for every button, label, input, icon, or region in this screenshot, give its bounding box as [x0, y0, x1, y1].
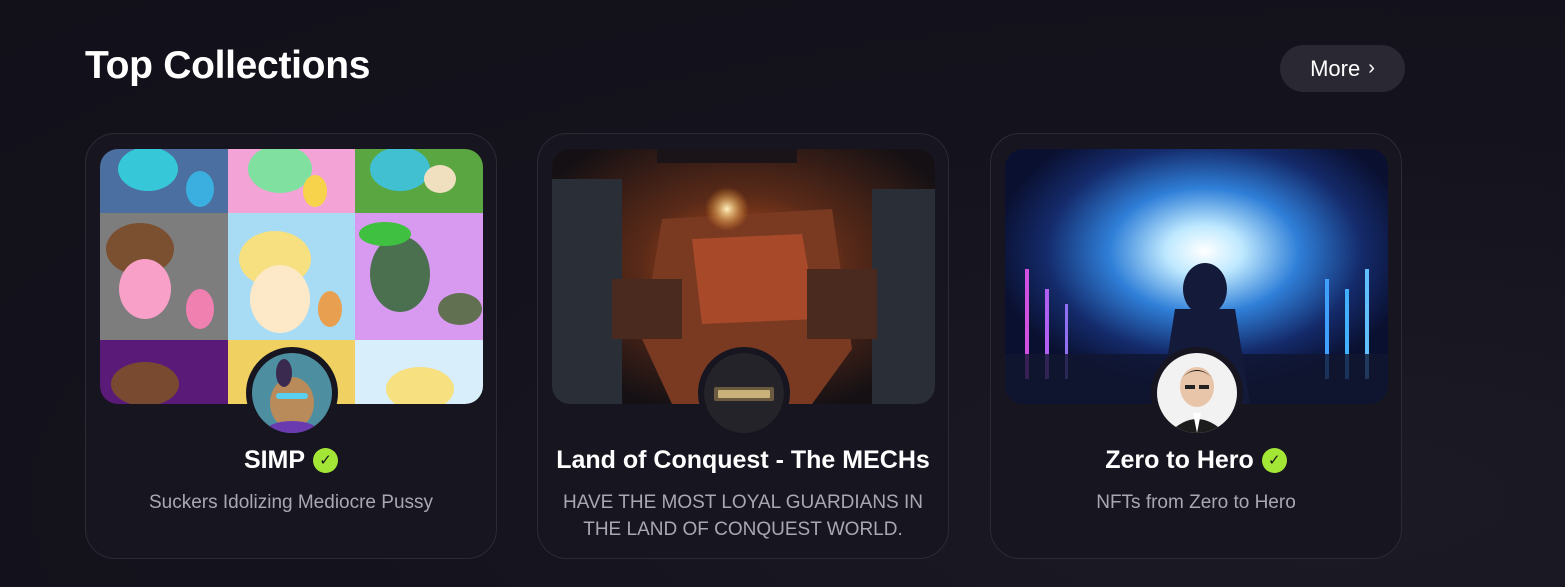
collection-card-land-of-conquest[interactable]: Land of Conquest - The MECHs HAVE THE MO… [537, 133, 949, 559]
collection-description: HAVE THE MOST LOYAL GUARDIANS IN THE LAN… [562, 492, 924, 540]
more-label: More [1310, 55, 1361, 81]
collection-avatar-ring [246, 347, 338, 439]
collection-name-row: SIMP ✓ [86, 446, 496, 475]
collection-description: NFTs from Zero to Hero [1096, 492, 1296, 513]
verified-icon: ✓ [313, 448, 339, 473]
collection-name-row: Zero to Hero ✓ [991, 446, 1401, 475]
section-title: Top Collections [85, 44, 371, 87]
collection-card-zero-to-hero[interactable]: Zero to Hero ✓ NFTs from Zero to Hero [990, 133, 1402, 559]
collection-avatar-ring [698, 347, 790, 439]
chevron-right-icon: › [1368, 56, 1375, 79]
collection-name[interactable]: Zero to Hero [1105, 446, 1254, 475]
collection-avatar[interactable] [252, 353, 332, 433]
collection-card-simp[interactable]: SIMP ✓ Suckers Idolizing Mediocre Pussy [85, 133, 497, 559]
collection-avatar[interactable] [1157, 353, 1237, 433]
collection-name[interactable]: Land of Conquest - The MECHs [556, 446, 930, 475]
verified-icon: ✓ [1261, 448, 1287, 473]
more-button[interactable]: More › [1280, 45, 1405, 92]
collection-avatar-ring [1151, 347, 1243, 439]
top-collections-section: Top Collections More › SIMP ✓ Suckers Id… [0, 0, 1565, 587]
collection-name[interactable]: SIMP [244, 446, 305, 475]
collection-description: Suckers Idolizing Mediocre Pussy [148, 492, 434, 513]
collection-name-row: Land of Conquest - The MECHs [538, 446, 948, 475]
collection-avatar[interactable] [704, 353, 784, 433]
